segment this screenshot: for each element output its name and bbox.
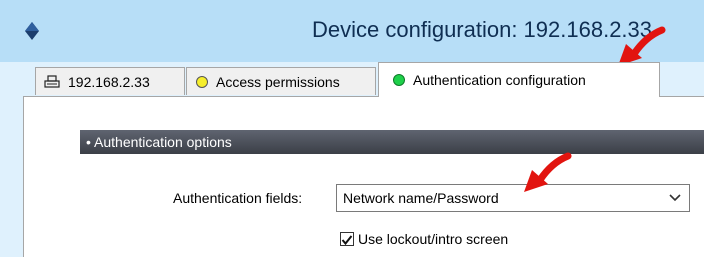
tab-access-permissions[interactable]: Access permissions [186, 67, 376, 95]
authentication-fields-label: Authentication fields: [173, 190, 303, 206]
title-bar: Device configuration: 192.168.2.33 [0, 0, 704, 62]
use-lockout-checkbox[interactable] [340, 232, 354, 246]
green-status-dot-icon [393, 74, 405, 86]
section-header-authentication-options: • Authentication options [80, 130, 704, 154]
tab-strip: 192.168.2.33 Access permissions Authenti… [23, 62, 704, 97]
chevron-down-icon [669, 194, 681, 202]
use-lockout-label: Use lockout/intro screen [358, 231, 509, 247]
authentication-fields-value: Network name/Password [343, 190, 499, 206]
window-title: Device configuration: 192.168.2.33 [312, 17, 653, 42]
red-annotation-arrow-icon [524, 152, 572, 192]
authentication-fields-select[interactable]: Network name/Password [336, 184, 690, 212]
tab-authentication-configuration-label: Authentication configuration [413, 72, 586, 88]
tab-device-host-label: 192.168.2.33 [68, 73, 150, 90]
checkmark-icon [341, 235, 353, 246]
tab-access-permissions-label: Access permissions [216, 73, 340, 90]
yellow-status-dot-icon [196, 75, 208, 88]
app-diamond-icon [25, 22, 39, 40]
printer-icon [44, 74, 60, 88]
tab-authentication-configuration[interactable]: Authentication configuration [378, 62, 660, 97]
device-configuration-window: Device configuration: 192.168.2.33 192.1… [0, 0, 704, 257]
tab-device-host[interactable]: 192.168.2.33 [35, 67, 185, 95]
